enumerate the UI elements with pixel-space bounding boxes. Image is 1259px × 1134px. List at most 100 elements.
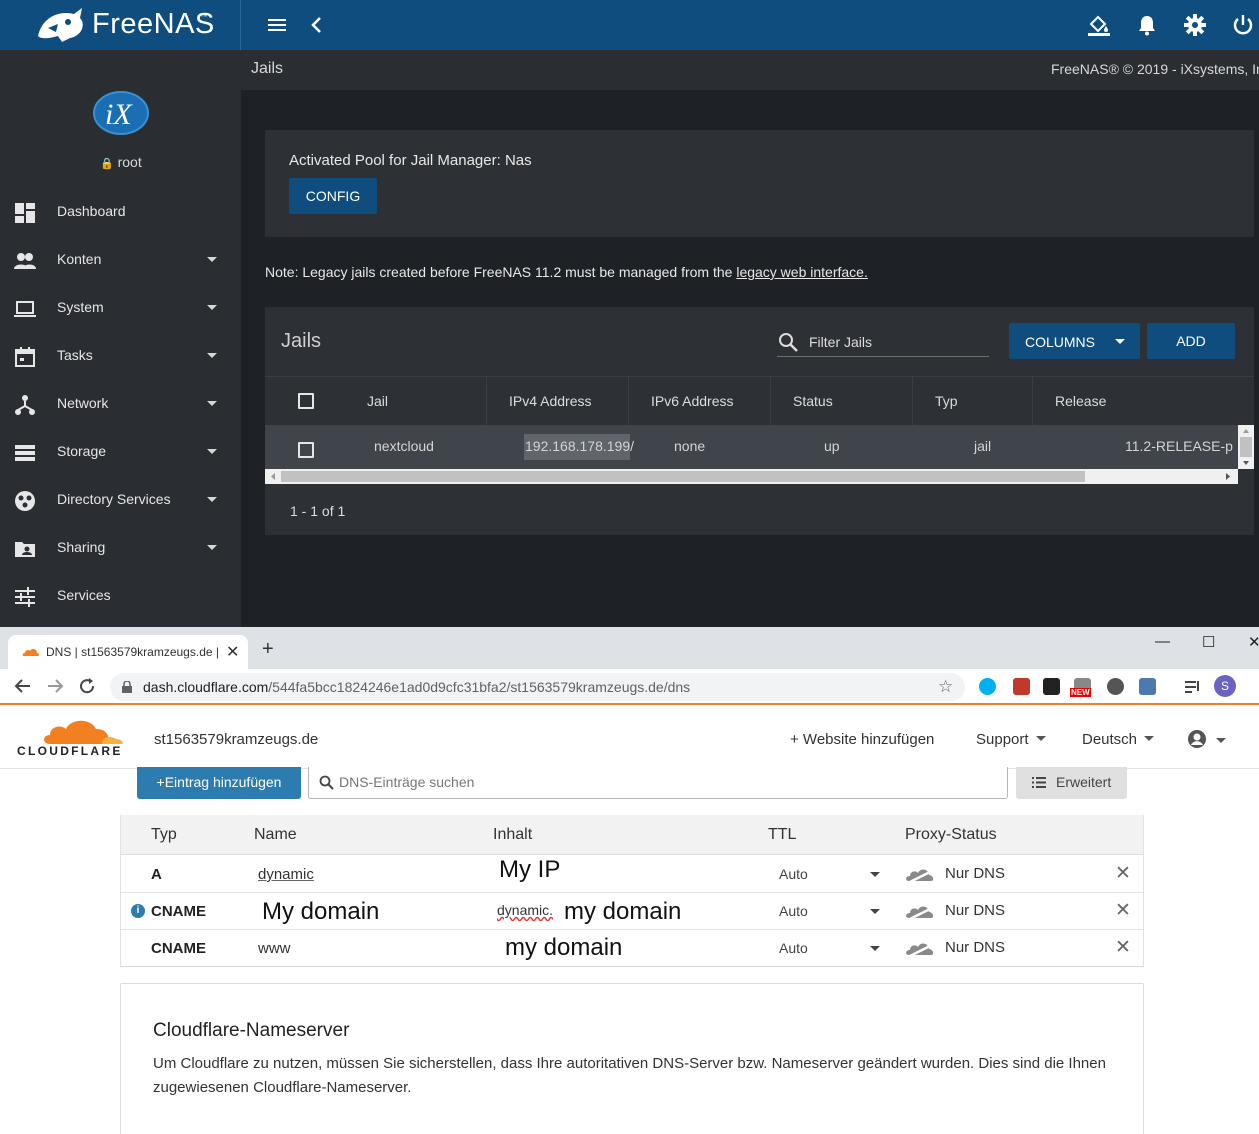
- reading-list-icon[interactable]: [1184, 678, 1201, 695]
- add-website-link[interactable]: + Website hinzufügen: [790, 731, 934, 748]
- menu-icon[interactable]: [265, 13, 289, 37]
- record-name[interactable]: dynamic: [258, 866, 314, 883]
- skype-extension-icon[interactable]: [979, 678, 996, 695]
- select-all-checkbox[interactable]: [298, 393, 314, 409]
- zone-domain[interactable]: st1563579kramzeugs.de: [154, 731, 318, 748]
- filter-jails-input[interactable]: Filter Jails: [777, 329, 989, 357]
- caret-down-icon[interactable]: [1216, 738, 1226, 743]
- minimize-button[interactable]: —: [1155, 633, 1170, 650]
- theme-paint-bucket-icon[interactable]: [1087, 13, 1111, 37]
- column-header-jail[interactable]: Jail: [345, 377, 487, 426]
- record-ttl[interactable]: Auto: [779, 903, 808, 919]
- dns-only-cloud-icon[interactable]: [905, 902, 935, 922]
- sidebar-item-storage[interactable]: Storage: [0, 428, 241, 476]
- gear-icon[interactable]: [1183, 13, 1207, 37]
- sidebar-item-dashboard[interactable]: Dashboard: [0, 188, 241, 236]
- caret-down-icon[interactable]: [870, 909, 880, 914]
- cloudflare-logo-icon[interactable]: [40, 715, 124, 745]
- extension-icon[interactable]: [1139, 678, 1156, 695]
- add-jail-button[interactable]: ADD: [1147, 323, 1235, 359]
- table-row[interactable]: i CNAME My domain dynamic. my domain Aut…: [121, 893, 1143, 930]
- legacy-web-interface-link[interactable]: legacy web interface.: [736, 264, 868, 280]
- sidebar-item-system[interactable]: System: [0, 284, 241, 332]
- column-header-ipv4[interactable]: IPv4 Address: [487, 377, 629, 426]
- column-header-name[interactable]: Name: [254, 826, 297, 844]
- chevron-left-icon[interactable]: [305, 13, 329, 37]
- horizontal-scrollbar[interactable]: [265, 469, 1238, 484]
- record-content[interactable]: My IP: [499, 856, 561, 884]
- column-header-release[interactable]: Release: [1033, 377, 1254, 426]
- extension-icon[interactable]: [1043, 678, 1060, 695]
- support-menu[interactable]: Support: [976, 731, 1046, 748]
- tab-close-icon[interactable]: ✕: [226, 642, 239, 662]
- sidebar-item-konten[interactable]: Konten: [0, 236, 241, 284]
- record-content[interactable]: my domain: [505, 934, 623, 962]
- back-arrow-icon[interactable]: [14, 677, 32, 695]
- table-row[interactable]: nextcloud 192.168.178.199/ none up jail …: [265, 425, 1238, 469]
- table-row[interactable]: CNAME www my domain Auto Nur DNS ✕: [121, 930, 1143, 967]
- camera-extension-icon[interactable]: NEW: [1070, 678, 1091, 697]
- freenas-brand-tm: ™: [200, 12, 208, 21]
- sidebar-item-network[interactable]: Network: [0, 380, 241, 428]
- maximize-button[interactable]: ☐: [1202, 633, 1215, 651]
- row-checkbox[interactable]: [298, 442, 314, 458]
- url-path: /544fa5bcc1824246e1ad0d9cfc31bfa2/st1563…: [268, 679, 691, 695]
- column-header-status[interactable]: Status: [771, 377, 913, 426]
- freenas-window: FreeNAS ™ iX 🔒 root Dashboard Konten Sys…: [0, 0, 1259, 627]
- close-window-button[interactable]: ✕: [1248, 633, 1259, 651]
- scrollbar-thumb[interactable]: [281, 471, 1085, 482]
- scroll-arrows-icon: [1240, 429, 1252, 465]
- vertical-scrollbar[interactable]: [1238, 425, 1254, 469]
- ublock-extension-icon[interactable]: [1013, 678, 1030, 695]
- dns-only-cloud-icon[interactable]: [905, 939, 935, 959]
- sidebar-item-label: Dashboard: [57, 203, 126, 219]
- tab-cloudflare-dns[interactable]: DNS | st1563579kramzeugs.de | A ✕: [8, 635, 248, 669]
- new-tab-button[interactable]: +: [262, 639, 274, 659]
- sidebar-item-directory-services[interactable]: Directory Services: [0, 476, 241, 524]
- sidebar-item-services[interactable]: Services: [0, 572, 241, 620]
- delete-record-icon[interactable]: ✕: [1115, 899, 1131, 922]
- column-header-type[interactable]: Typ: [913, 377, 1033, 426]
- column-header-type[interactable]: Typ: [151, 826, 177, 844]
- language-menu[interactable]: Deutsch: [1082, 731, 1155, 748]
- columns-button[interactable]: COLUMNS: [1009, 323, 1140, 359]
- delete-record-icon[interactable]: ✕: [1115, 936, 1131, 959]
- record-name[interactable]: www: [258, 940, 291, 957]
- table-row[interactable]: A dynamic My IP Auto Nur DNS ✕: [121, 856, 1143, 893]
- extension-icon[interactable]: [1107, 678, 1124, 695]
- bookmark-star-icon[interactable]: ☆: [938, 677, 953, 697]
- column-header-content[interactable]: Inhalt: [493, 826, 532, 844]
- reload-icon[interactable]: [78, 677, 96, 695]
- address-bar[interactable]: dash.cloudflare.com/544fa5bcc1824246e1ad…: [110, 673, 965, 701]
- lock-icon[interactable]: [122, 681, 132, 693]
- sidebar-item-sharing[interactable]: Sharing: [0, 524, 241, 572]
- config-button[interactable]: CONFIG: [289, 178, 377, 214]
- sidebar-item-tasks[interactable]: Tasks: [0, 332, 241, 380]
- profile-avatar[interactable]: S: [1214, 675, 1236, 697]
- dns-records-table: Typ Name Inhalt TTL Proxy-Status A dynam…: [120, 815, 1144, 967]
- bell-icon[interactable]: [1135, 13, 1159, 37]
- freenas-logo[interactable]: FreeNAS ™: [0, 0, 241, 50]
- record-ttl[interactable]: Auto: [779, 940, 808, 956]
- power-icon[interactable]: [1231, 13, 1255, 37]
- cloudflare-logo-text: CLOUDFLARE: [17, 744, 123, 758]
- sidebar-item-label: Konten: [57, 251, 102, 267]
- user-account-icon[interactable]: [1187, 729, 1207, 749]
- info-icon[interactable]: i: [131, 904, 145, 918]
- record-ttl[interactable]: Auto: [779, 866, 808, 882]
- column-header-proxy-status[interactable]: Proxy-Status: [905, 826, 997, 844]
- advanced-button[interactable]: Erweitert: [1016, 767, 1127, 799]
- record-name[interactable]: My domain: [262, 898, 482, 926]
- record-content[interactable]: my domain: [564, 898, 688, 926]
- column-header-ipv6[interactable]: IPv6 Address: [629, 377, 771, 426]
- column-header-ttl[interactable]: TTL: [768, 826, 796, 844]
- dns-only-cloud-icon[interactable]: [905, 865, 935, 885]
- add-record-button[interactable]: +Eintrag hinzufügen: [137, 767, 301, 799]
- dns-search-input[interactable]: DNS-Einträge suchen: [308, 767, 1008, 799]
- forward-arrow-icon[interactable]: [46, 677, 64, 695]
- caret-down-icon[interactable]: [870, 872, 880, 877]
- breadcrumb: Jails: [251, 60, 284, 77]
- delete-record-icon[interactable]: ✕: [1115, 862, 1131, 885]
- jail-name: nextcloud: [374, 438, 434, 454]
- caret-down-icon[interactable]: [870, 946, 880, 951]
